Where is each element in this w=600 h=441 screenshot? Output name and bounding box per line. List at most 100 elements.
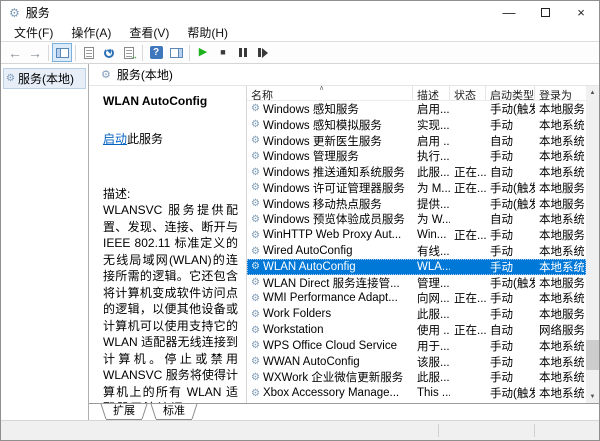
table-row[interactable]: ⚙ Windows 推送通知系统服务 此服... 正在... 自动 本地系统 <box>247 164 586 180</box>
table-row[interactable]: ⚙Xbox Live 身份验证管理器提供... 手动本地系统 <box>247 401 586 403</box>
table-row[interactable]: ⚙ Wired AutoConfig 有线... 手动 本地系统 <box>247 243 586 259</box>
menu-action[interactable]: 操作(A) <box>62 23 120 42</box>
table-row[interactable]: ⚙Windows 移动热点服务 提供... 手动(触发... 本地服务 <box>247 196 586 212</box>
cell-startup: 手动(触发... <box>490 388 535 401</box>
scroll-up-icon[interactable]: ▲ <box>586 86 599 99</box>
cell-desc: 向网... <box>417 293 450 306</box>
pause-service-button[interactable] <box>233 43 253 62</box>
cell-status <box>450 338 486 354</box>
services-window: ⚙ 服务 — × 文件(F) 操作(A) 查看(V) 帮助(H) ← → → ?… <box>0 0 600 441</box>
cell-startup: 手动 <box>490 151 513 164</box>
cell-startup: 手动 <box>490 372 513 385</box>
table-row[interactable]: ⚙Windows 许可证管理器服务为 M... 正在... 手动(触发... 本地服务 <box>247 180 586 196</box>
restart-service-button[interactable] <box>253 43 273 62</box>
show-console-tree-button[interactable] <box>52 43 72 62</box>
service-gear-icon: ⚙ <box>251 371 260 383</box>
cell-name: ⚙ Wired AutoConfig <box>251 245 353 258</box>
column-header-description[interactable]: 描述 <box>413 86 450 100</box>
menu-view[interactable]: 查看(V) <box>120 23 178 42</box>
show-action-pane-button[interactable] <box>166 43 186 62</box>
table-row[interactable]: ⚙ Windows 预览体验成员服务为 W... 自动 本地系统 <box>247 212 586 228</box>
table-row[interactable]: ⚙ WWAN AutoConfig 该服... 手动 本地系统 <box>247 354 586 370</box>
vertical-scrollbar[interactable]: ▲ ▼ <box>586 86 599 403</box>
description-text: WLANSVC 服务提供配置、发现、连接、断开与 IEEE 802.11 标准定… <box>103 203 238 403</box>
cell-status: 正在... <box>454 167 486 180</box>
service-gear-icon: ⚙ <box>251 261 260 273</box>
title-bar: ⚙ 服务 — × <box>1 1 599 24</box>
forward-button[interactable]: → <box>25 43 45 62</box>
cell-status <box>450 148 486 164</box>
table-row[interactable]: ⚙ WMI Performance Adapt... 向网... 正在... 手动 本地系… <box>247 291 586 307</box>
maximize-button[interactable] <box>527 2 563 24</box>
column-header-startup-type[interactable]: 启动类型 <box>486 86 535 100</box>
menu-help[interactable]: 帮助(H) <box>178 23 237 42</box>
cell-startup: 手动 <box>486 401 535 403</box>
table-row[interactable]: ⚙Xbox Accessory Manage... This ... 手动(触发..… <box>247 385 586 401</box>
cell-status: 正在... <box>454 325 486 338</box>
close-button[interactable]: × <box>563 2 599 24</box>
table-row[interactable]: ⚙ Windows 感知模拟服务 实现... 手动 本地系统 <box>247 117 586 133</box>
stop-service-button[interactable]: ■ <box>213 43 233 62</box>
menu-file[interactable]: 文件(F) <box>5 23 62 42</box>
refresh-button[interactable] <box>99 43 119 62</box>
cell-name: ⚙ Windows 推送通知系统服务 <box>251 166 405 180</box>
properties-button[interactable] <box>79 43 99 62</box>
column-header-name[interactable]: 名称 ∧ <box>247 86 413 100</box>
cell-desc: WLA... <box>417 260 450 273</box>
cell-name: ⚙ Windows 管理服务 <box>251 150 359 164</box>
table-row[interactable]: ⚙Windows 感知服务 启用... 手动(触发... 本地服务 <box>247 101 586 117</box>
back-button[interactable]: ← <box>5 43 25 62</box>
sort-ascending-icon: ∧ <box>319 86 325 92</box>
table-row[interactable]: ⚙ Windows 管理服务 执行... 手动 本地系统 <box>247 148 586 164</box>
cell-name: ⚙ Windows 移动热点服务 <box>251 198 382 211</box>
start-service-link[interactable]: 启动 <box>103 132 127 146</box>
table-row[interactable]: ⚙ WLAN AutoConfig WLA... 手动 本地系统 <box>247 258 586 275</box>
service-gear-icon: ⚙ <box>251 387 260 399</box>
table-row[interactable]: ⚙ WPS Office Cloud Service 用于... 手动 本地系统 <box>247 338 586 354</box>
tree-item-services-local[interactable]: ⚙ 服务(本地) <box>3 68 86 89</box>
column-header-status[interactable]: 状态 <box>450 86 486 100</box>
cell-logon: 本地服务 <box>539 198 584 211</box>
toolbar-separator <box>75 44 76 61</box>
cell-name: ⚙ Windows 许可证管理器服务 <box>251 182 405 195</box>
column-header-logon-as[interactable]: 登录为 <box>535 86 584 100</box>
table-row[interactable]: ⚙WLAN Direct 服务连接管... 管理... 手动(触发... 本地服务 <box>247 275 586 291</box>
service-gear-icon: ⚙ <box>251 119 260 131</box>
services-panel: ⚙ 服务(本地) WLAN AutoConfig 启动此服务 描述: WLANS… <box>89 64 599 420</box>
cell-startup: 手动 <box>490 230 513 243</box>
table-row[interactable]: ⚙ Workstation 使用 ... 正在... 自动 网络服务 <box>247 322 586 338</box>
cell-startup: 自动 <box>490 214 513 227</box>
help-button[interactable]: ? <box>146 43 166 62</box>
table-row[interactable]: ⚙ Work Folders 此服... 手动 本地服务 <box>247 306 586 322</box>
service-gear-icon: ⚙ <box>251 182 260 194</box>
service-gear-icon: ⚙ <box>251 324 260 336</box>
cell-name: ⚙Xbox Live 身份验证管理器 <box>247 401 413 403</box>
minimize-button[interactable]: — <box>491 2 527 24</box>
service-action-line: 启动此服务 <box>103 130 238 147</box>
start-service-button[interactable]: ▶ <box>193 43 213 62</box>
service-gear-icon: ⚙ <box>251 245 260 257</box>
table-row[interactable]: ⚙ WXWork 企业微信更新服务 此服... 手动 本地系统 <box>247 370 586 386</box>
menu-bar: 文件(F) 操作(A) 查看(V) 帮助(H) <box>1 24 599 41</box>
cell-desc: 执行... <box>417 151 450 164</box>
table-row[interactable]: ⚙ Windows 更新医生服务 启用 ... 自动 本地系统 <box>247 133 586 149</box>
scrollbar-thumb[interactable] <box>586 340 599 370</box>
cell-logon: 本地服务 <box>539 277 584 290</box>
cell-status <box>450 243 486 259</box>
table-row[interactable]: ⚙ WinHTTP Web Proxy Aut... Win... 正在... 手动 本地… <box>247 227 586 243</box>
export-list-button[interactable]: → <box>119 43 139 62</box>
tab-extended[interactable]: 扩展 <box>106 404 142 420</box>
cell-logon: 本地系统 <box>539 372 584 385</box>
cell-logon: 本地系统 <box>539 261 584 274</box>
cell-logon: 本地系统 <box>539 356 584 369</box>
cell-status <box>450 306 486 322</box>
tab-standard[interactable]: 标准 <box>156 404 192 420</box>
toolbar-separator <box>48 44 49 61</box>
service-gear-icon: ⚙ <box>251 277 260 289</box>
service-gear-icon: ⚙ <box>251 229 260 241</box>
forward-arrow-icon: → <box>28 44 42 61</box>
cell-desc: 使用 ... <box>417 325 450 338</box>
scroll-down-icon[interactable]: ▼ <box>586 390 599 403</box>
cell-startup: 手动 <box>490 246 513 259</box>
services-gear-icon: ⚙ <box>9 5 20 20</box>
